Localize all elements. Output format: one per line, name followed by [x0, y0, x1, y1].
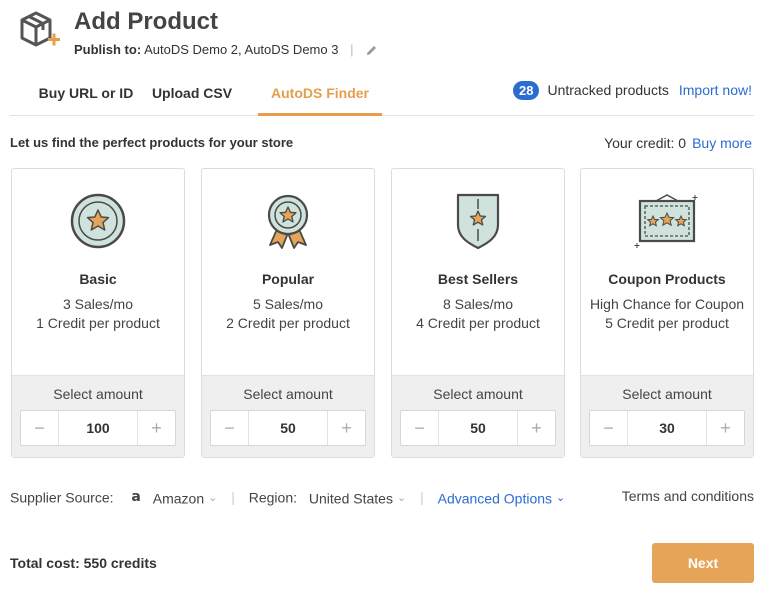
credit-info: Your credit: 0 Buy more [604, 135, 752, 151]
quantity-stepper: − 50 + [210, 410, 366, 446]
amount-footer: Select amount − 100 + [12, 375, 184, 457]
quantity-value[interactable]: 100 [59, 411, 137, 445]
increment-button[interactable]: + [517, 411, 555, 445]
quantity-stepper: − 50 + [400, 410, 556, 446]
decrement-button[interactable]: − [590, 411, 628, 445]
plan-credits: 5 Credit per product [605, 315, 729, 331]
advanced-options-toggle[interactable]: Advanced Options ⌄ [437, 489, 566, 506]
advanced-options-label: Advanced Options [437, 489, 553, 506]
region-select[interactable]: United States ⌄ [308, 489, 407, 506]
coupon-stars-icon [634, 194, 698, 248]
amount-footer: Select amount − 50 + [392, 375, 564, 457]
package-add-icon [20, 11, 60, 47]
untracked-count-badge: 28 [512, 81, 540, 100]
page-header: Add Product Publish to: AutoDS Demo 2, A… [14, 8, 754, 58]
publish-targets: AutoDS Demo 2, AutoDS Demo 3 [144, 42, 339, 57]
quantity-value[interactable]: 50 [249, 411, 327, 445]
amount-footer: Select amount − 50 + [202, 375, 374, 457]
terms-and-conditions-link[interactable]: Terms and conditions [622, 488, 754, 504]
region-value: United States [308, 489, 393, 506]
plan-sales: 5 Sales/mo [252, 296, 324, 312]
import-now-link[interactable]: Import now! [679, 82, 752, 98]
tab-upload-csv[interactable]: Upload CSV [138, 72, 246, 116]
plan-credits: 1 Credit per product [36, 315, 160, 331]
region-label: Region: [248, 489, 298, 506]
credit-label: Your credit: 0 [604, 135, 687, 151]
select-amount-label: Select amount [53, 386, 143, 402]
decrement-button[interactable]: − [21, 411, 59, 445]
plan-card-popular[interactable]: Popular 5 Sales/mo 2 Credit per product … [201, 168, 375, 458]
quantity-stepper: − 30 + [589, 410, 745, 446]
tab-bar: Buy URL or ID Upload CSV AutoDS Finder 2… [10, 72, 754, 116]
finder-subheading: Let us find the perfect products for you… [10, 135, 294, 150]
next-button[interactable]: Next [652, 543, 754, 583]
supplier-source-value: Amazon [152, 489, 205, 506]
buy-more-link[interactable]: Buy more [692, 135, 752, 151]
plan-card-basic[interactable]: Basic 3 Sales/mo 1 Credit per product Se… [11, 168, 185, 458]
publish-to: Publish to: AutoDS Demo 2, AutoDS Demo 3… [74, 42, 378, 57]
select-amount-label: Select amount [243, 386, 333, 402]
publish-label: Publish to: [74, 42, 142, 57]
pencil-icon[interactable] [365, 44, 378, 57]
supplier-source-select[interactable]: Amazon ⌄ [152, 489, 218, 506]
plan-sales: 8 Sales/mo [442, 296, 514, 312]
plan-card-best-sellers[interactable]: Best Sellers 8 Sales/mo 4 Credit per pro… [391, 168, 565, 458]
plan-sales: High Chance for Coupon [589, 296, 745, 312]
plan-credits: 2 Credit per product [226, 315, 350, 331]
untracked-products: 28 Untracked products Import now! [512, 81, 752, 100]
select-amount-label: Select amount [622, 386, 712, 402]
decrement-button[interactable]: − [401, 411, 439, 445]
decrement-button[interactable]: − [211, 411, 249, 445]
chevron-down-icon: ⌄ [208, 492, 218, 505]
divider: | [420, 489, 424, 506]
plan-name: Coupon Products [608, 271, 726, 287]
increment-button[interactable]: + [706, 411, 744, 445]
increment-button[interactable]: + [137, 411, 175, 445]
divider: | [350, 42, 354, 57]
quantity-stepper: − 100 + [20, 410, 176, 446]
amazon-icon: a [131, 489, 141, 506]
shield-star-icon [456, 193, 500, 250]
untracked-label: Untracked products [547, 82, 669, 98]
total-cost: Total cost: 550 credits [10, 555, 157, 571]
supplier-source-label: Supplier Source: [10, 489, 114, 506]
chevron-down-icon: ⌄ [556, 492, 566, 505]
ribbon-medal-icon [267, 194, 309, 249]
page-title: Add Product [74, 8, 218, 35]
plan-name: Basic [79, 271, 117, 287]
finder-options: Supplier Source: a Amazon ⌄ | Region: Uni… [10, 488, 754, 508]
star-badge-icon [70, 193, 126, 249]
quantity-value[interactable]: 50 [439, 411, 517, 445]
amount-footer: Select amount − 30 + [581, 375, 753, 457]
quantity-value[interactable]: 30 [628, 411, 706, 445]
plan-credits: 4 Credit per product [416, 315, 540, 331]
chevron-down-icon: ⌄ [396, 492, 407, 505]
plan-name: Best Sellers [437, 271, 519, 287]
plan-name: Popular [261, 271, 315, 287]
divider: | [231, 489, 235, 506]
plan-card-coupon-products[interactable]: Coupon Products High Chance for Coupon 5… [580, 168, 754, 458]
select-amount-label: Select amount [433, 386, 523, 402]
plan-sales: 3 Sales/mo [62, 296, 134, 312]
increment-button[interactable]: + [327, 411, 365, 445]
tab-autods-finder[interactable]: AutoDS Finder [258, 72, 382, 116]
